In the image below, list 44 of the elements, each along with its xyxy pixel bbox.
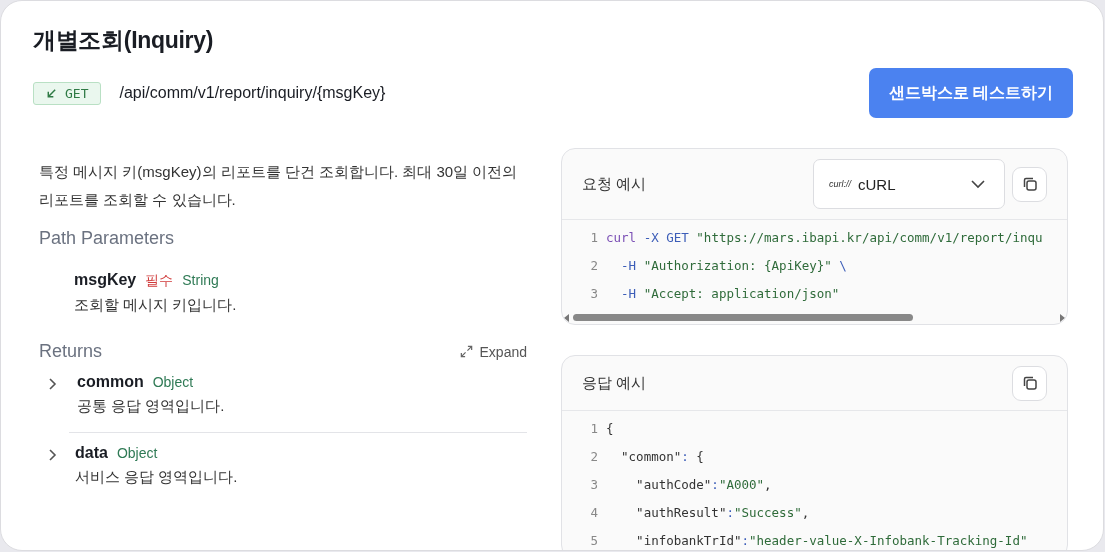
expand-icon	[458, 344, 474, 359]
type-label: Object	[152, 374, 194, 390]
line-number: 3	[589, 285, 599, 301]
code-line: -H "Authorization: {ApiKey}" \	[620, 257, 847, 273]
code-line: curl -X GET "https://mars.ibapi.kr/api/comm/v1/report/inqu	[606, 229, 1043, 245]
panel-title: 요청 예시	[582, 174, 647, 194]
code-line: {	[606, 420, 614, 436]
parameter-name: msgKey	[74, 271, 137, 289]
required-label: 필수	[145, 272, 174, 290]
line-number: 2	[589, 257, 599, 273]
expand-button[interactable]: Expand	[458, 343, 527, 360]
line-number: 5	[589, 532, 599, 548]
code-line: "authCode":"A000",	[635, 476, 772, 492]
language-dropdown[interactable]: curl:// cURL	[813, 159, 1005, 209]
page-title: 개별조회(Inquiry)	[33, 26, 215, 55]
field-name: common	[77, 373, 144, 391]
line-number: 3	[589, 476, 599, 492]
copy-button[interactable]	[1012, 365, 1047, 401]
line-number: 1	[589, 420, 599, 436]
code-line: -H "Accept: application/json"	[620, 285, 840, 301]
type-label: Object	[116, 445, 158, 461]
panel-title: 응답 예시	[582, 373, 647, 393]
description-text: 특정 메시지 키(msgKey)의 리포트를 단건 조회합니다. 최대 30일 이전의 리포트를 조회할 수 있습니다.	[39, 162, 519, 210]
chevron-down-icon	[970, 179, 986, 189]
code-line: "infobankTrId":"header-value-X-Infobank-Tracking-Id"	[635, 532, 1028, 548]
field-description: 공통 응답 영역입니다.	[77, 397, 225, 416]
code-line: "authResult":"Success",	[635, 504, 810, 520]
sandbox-test-button[interactable]: 샌드박스로 테스트하기	[868, 68, 1073, 118]
section-heading: Returns	[39, 341, 103, 362]
method-label: GET	[65, 85, 89, 101]
copy-button[interactable]	[1012, 166, 1047, 202]
code-line: "common": {	[620, 448, 704, 464]
endpoint-path: /api/comm/v1/report/inquiry/{msgKey}	[119, 84, 386, 102]
line-number: 2	[589, 448, 599, 464]
section-heading: Path Parameters	[39, 228, 176, 249]
field-description: 서비스 응답 영역입니다.	[75, 468, 238, 487]
type-label: String	[182, 272, 219, 288]
field-name: data	[75, 444, 108, 462]
line-number: 4	[589, 504, 599, 520]
line-number: 1	[589, 229, 599, 245]
parameter-description: 조회할 메시지 키입니다.	[74, 296, 238, 315]
chevron-icon[interactable]	[47, 377, 57, 391]
arrow-icon	[46, 87, 57, 99]
chevron-icon[interactable]	[47, 448, 57, 462]
